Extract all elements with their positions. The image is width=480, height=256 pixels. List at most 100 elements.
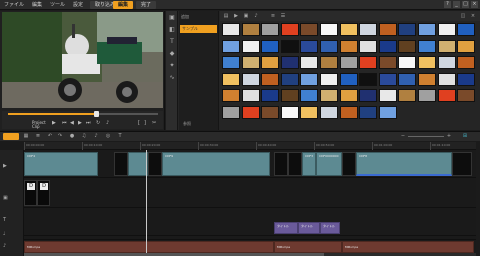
media-thumbnail[interactable] [320, 56, 338, 69]
timeline-ruler[interactable]: 00:00:00:00 00:00:10:00 00:00:20:00 00:0… [24, 142, 476, 150]
folder-sample[interactable]: サンプル [180, 25, 217, 33]
graphic-category-icon[interactable]: ◆ [168, 50, 176, 58]
split-icon[interactable]: ✂ [152, 120, 156, 126]
music-track-icon[interactable]: ♪ [3, 242, 21, 250]
media-thumbnail[interactable] [280, 39, 299, 53]
step-edit-tab[interactable]: 編集 [113, 1, 134, 9]
menu-edit[interactable]: 編集 [28, 0, 46, 10]
clip-mode-label[interactable]: Clip [32, 124, 40, 129]
library-close-icon[interactable]: × [470, 13, 476, 19]
media-thumbnail[interactable] [339, 105, 358, 119]
title-clip[interactable]: タイトル [320, 222, 340, 234]
media-thumbnail[interactable] [280, 56, 299, 69]
prev-frame-icon[interactable]: ◀ [70, 120, 74, 126]
menu-tools[interactable]: ツール [46, 0, 69, 10]
media-thumbnail[interactable] [378, 89, 397, 102]
media-thumbnail[interactable] [222, 105, 240, 119]
view-list-icon[interactable]: ☰ [280, 13, 286, 19]
browse-button[interactable]: 参照 [183, 121, 191, 127]
media-thumbnail[interactable] [339, 72, 358, 86]
media-thumbnail[interactable] [280, 105, 299, 119]
media-thumbnail[interactable] [300, 23, 319, 36]
media-thumbnail[interactable] [300, 72, 319, 86]
audio-filter-icon[interactable]: ♪ [253, 13, 259, 19]
scrubber[interactable] [8, 111, 158, 117]
media-thumbnail[interactable] [437, 72, 456, 86]
media-thumbnail[interactable] [359, 39, 378, 53]
title-track-icon[interactable]: T [3, 216, 21, 224]
media-thumbnail[interactable] [241, 23, 260, 36]
video-clip[interactable]: CDF3 [302, 152, 316, 176]
music-clip[interactable]: MIR.mpa [24, 241, 274, 253]
media-thumbnail[interactable] [359, 23, 378, 36]
path-category-icon[interactable]: ∿ [168, 74, 176, 82]
next-frame-icon[interactable]: ▶ [78, 120, 82, 126]
media-thumbnail[interactable] [261, 39, 280, 53]
video-filter-icon[interactable]: ▶ [233, 13, 239, 19]
title-clip[interactable]: タイトル [298, 222, 320, 234]
transition-category-icon[interactable]: ◧ [168, 26, 176, 34]
media-thumbnail[interactable] [241, 56, 260, 69]
media-thumbnail[interactable] [418, 39, 436, 53]
media-thumbnail[interactable] [339, 39, 358, 53]
help-button[interactable]: ? [444, 1, 451, 8]
media-thumbnail[interactable] [300, 105, 319, 119]
media-thumbnail[interactable] [339, 89, 358, 102]
media-thumbnail[interactable] [418, 23, 436, 36]
close-button[interactable]: × [471, 1, 478, 8]
sort-icon[interactable]: ≡ [270, 13, 276, 19]
timeline-view-button[interactable] [3, 133, 19, 140]
title-clip[interactable]: タイトル [274, 222, 298, 234]
zoom-slider[interactable] [408, 136, 444, 137]
media-thumbnail[interactable] [437, 89, 456, 102]
media-thumbnail[interactable] [241, 39, 260, 53]
volume-icon[interactable]: ♪ [106, 120, 109, 126]
import-folder-icon[interactable]: ▤ [223, 13, 229, 19]
media-thumbnail[interactable] [320, 89, 338, 102]
thumbnail-size-icon[interactable]: ◫ [460, 13, 466, 19]
play-icon[interactable]: ▶ [52, 120, 56, 126]
media-thumbnail[interactable] [261, 56, 280, 69]
media-thumbnail[interactable] [261, 105, 280, 119]
photo-filter-icon[interactable]: ▣ [243, 13, 249, 19]
video-clip[interactable] [128, 152, 148, 176]
media-thumbnail[interactable] [437, 39, 456, 53]
video-clip[interactable] [452, 152, 472, 176]
media-thumbnail[interactable] [398, 89, 417, 102]
media-thumbnail[interactable] [378, 56, 397, 69]
voice-track-icon[interactable]: ♩ [3, 230, 21, 238]
media-thumbnail[interactable] [418, 72, 436, 86]
step-share-tab[interactable]: 完了 [136, 1, 157, 9]
minimize-button[interactable]: _ [453, 1, 460, 8]
scrubber-handle[interactable] [94, 111, 99, 117]
media-thumbnail[interactable] [437, 23, 456, 36]
media-thumbnail[interactable] [418, 56, 436, 69]
video-clip-selected[interactable]: CDF8 [356, 152, 452, 176]
video-track-icon[interactable]: ▶ [3, 162, 21, 170]
media-thumbnail[interactable] [320, 72, 338, 86]
media-thumbnail[interactable] [457, 56, 476, 69]
media-thumbnail[interactable] [339, 56, 358, 69]
go-end-icon[interactable]: ⏭ [86, 120, 91, 126]
media-thumbnail[interactable] [398, 72, 417, 86]
overlay-track-icon[interactable]: ▣ [3, 194, 21, 202]
maximize-button[interactable]: □ [462, 1, 469, 8]
zoom-in-icon[interactable]: + [446, 133, 452, 140]
music-clip[interactable]: MIR.mpa [342, 241, 474, 253]
media-thumbnail[interactable] [222, 23, 240, 36]
mixer-icon[interactable]: ♫ [80, 133, 88, 140]
record-icon[interactable]: ● [68, 133, 76, 140]
video-clip[interactable]: CDF4 [24, 152, 98, 176]
music-clip[interactable]: MIR.mpa [274, 241, 342, 253]
media-thumbnail[interactable] [300, 39, 319, 53]
media-thumbnail[interactable] [241, 105, 260, 119]
video-clip[interactable] [114, 152, 128, 176]
motion-icon[interactable]: ◎ [104, 133, 112, 140]
media-thumbnail[interactable] [222, 72, 240, 86]
repeat-icon[interactable]: ↻ [96, 120, 100, 126]
media-thumbnail[interactable] [457, 72, 476, 86]
filter-category-icon[interactable]: ✦ [168, 62, 176, 70]
overlay-clip[interactable]: D [37, 180, 50, 206]
media-thumbnail[interactable] [457, 23, 476, 36]
media-thumbnail[interactable] [222, 56, 240, 69]
